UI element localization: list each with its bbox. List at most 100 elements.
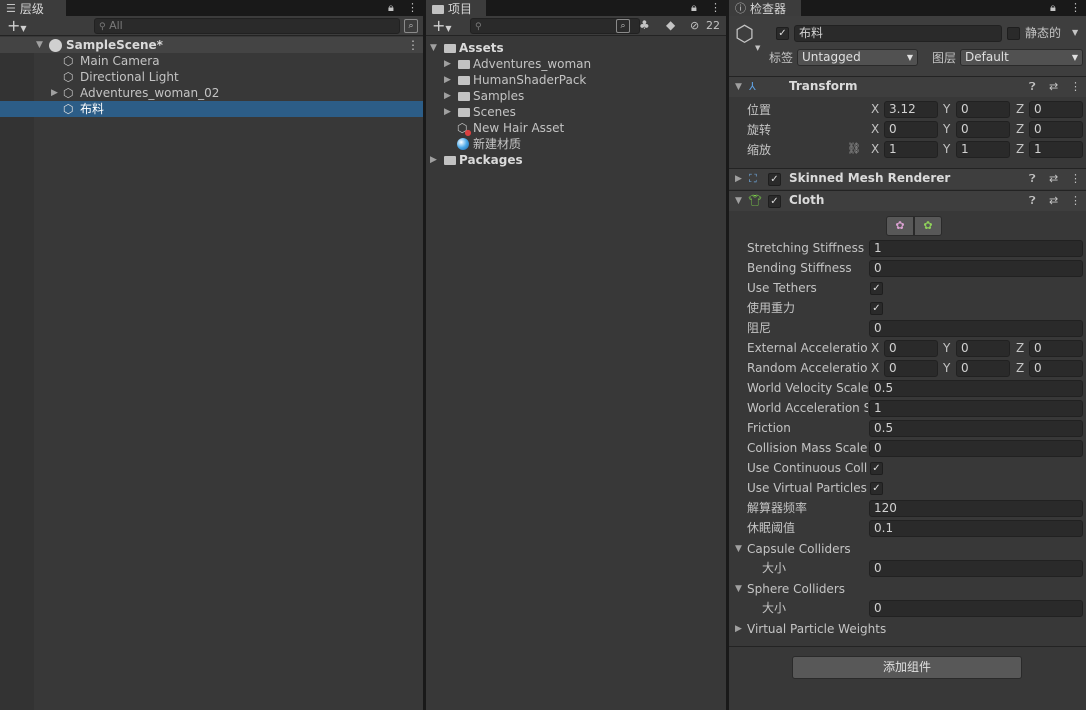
external-accel-y-field[interactable]: 0 [956,340,1010,357]
external-accel-x-field[interactable]: 0 [884,340,938,357]
add-component-button[interactable]: 添加组件 [792,656,1022,679]
cloth-header[interactable]: ▼ 👕︎ ✓ Cloth ❓︎ ⇄ ⋮ [729,190,1086,211]
collapsed-arrow-icon[interactable]: ▶ [444,104,451,120]
damping-field[interactable]: 0 [869,320,1083,337]
preset-icon[interactable]: ⇄ [1049,194,1058,207]
sphere-size-field[interactable]: 0 [869,600,1083,617]
bending-stiffness-field[interactable]: 0 [869,260,1083,277]
create-plus-button[interactable]: +▼ [432,16,452,39]
name-field[interactable]: 布料 [794,25,1002,42]
create-plus-button[interactable]: +▼ [7,16,27,39]
preset-icon[interactable]: ⇄ [1049,80,1058,93]
expand-arrow-icon[interactable]: ▼ [36,37,43,53]
virtual-particle-weights-label[interactable]: Virtual Particle Weights [747,621,886,637]
more-options-icon[interactable]: ⋮ [1070,80,1081,93]
use-virtual-particles-checkbox[interactable]: ✓ [870,482,883,495]
rotation-z-field[interactable]: 0 [1029,121,1083,138]
help-icon[interactable]: ❓︎ [1029,194,1036,208]
constrain-proportions-link-icon[interactable]: ⛓ [847,142,861,155]
search-input[interactable]: ⚲ All [94,18,400,34]
hidden-packages-icon[interactable]: ⊘ [690,19,699,32]
scale-y-field[interactable]: 1 [956,141,1010,158]
asset-row[interactable]: 新建材质 [426,136,726,152]
more-options-icon[interactable]: ⋮ [1070,172,1081,185]
tab-inspector[interactable]: ⓘ 检查器 [729,0,801,16]
scale-z-field[interactable]: 1 [1029,141,1083,158]
tag-dropdown[interactable]: Untagged ▼ [797,49,918,66]
asset-row[interactable]: ⬡● New Hair Asset [426,120,726,137]
expand-arrow-icon[interactable]: ▼ [735,193,742,209]
use-gravity-checkbox[interactable]: ✓ [870,302,883,315]
position-z-field[interactable]: 0 [1029,101,1083,118]
folder-row[interactable]: ▶ Adventures_woman [426,56,726,72]
world-velocity-scale-field[interactable]: 0.5 [869,380,1083,397]
use-continuous-collision-checkbox[interactable]: ✓ [870,462,883,475]
rotation-y-field[interactable]: 0 [956,121,1010,138]
component-enabled-checkbox[interactable]: ✓ [768,173,781,186]
search-by-type-icon[interactable]: ⌕ [404,19,418,33]
self-collision-button[interactable]: ✿ [914,216,942,236]
filter-type-icon[interactable]: ♣ [639,18,650,32]
icon-dropdown-arrow[interactable]: ▼ [755,44,760,52]
position-y-field[interactable]: 0 [956,101,1010,118]
expand-arrow-icon[interactable]: ▼ [735,79,742,95]
folder-row[interactable]: ▶ HumanShaderPack [426,72,726,88]
lock-icon[interactable]: 🔒︎ [388,0,394,16]
edit-constraints-button[interactable]: ✿ [886,216,914,236]
lock-icon[interactable]: 🔒︎ [691,0,697,16]
assets-folder-row[interactable]: ▼ Assets [426,40,726,56]
static-dropdown-icon[interactable]: ▼ [1072,28,1078,37]
scale-x-field[interactable]: 1 [884,141,938,158]
collapsed-arrow-icon[interactable]: ▶ [444,72,451,88]
transform-header[interactable]: ▼ ⅄ Transform ❓︎ ⇄ ⋮ [729,76,1086,97]
skinned-mesh-renderer-header[interactable]: ▶ ⛶ ✓ Skinned Mesh Renderer ❓︎ ⇄ ⋮ [729,168,1086,189]
friction-field[interactable]: 0.5 [869,420,1083,437]
help-icon[interactable]: ❓︎ [1029,172,1036,186]
more-options-icon[interactable]: ⋮ [407,0,418,16]
layer-dropdown[interactable]: Default ▼ [960,49,1083,66]
search-input[interactable]: ⚲ [470,18,640,34]
rotation-x-field[interactable]: 0 [884,121,938,138]
component-enabled-checkbox[interactable]: ✓ [768,195,781,208]
static-checkbox[interactable] [1007,27,1020,40]
hierarchy-item[interactable]: ▶ ⬡ Adventures_woman_02 [0,85,423,101]
expand-arrow-icon[interactable]: ▼ [430,40,437,56]
lock-icon[interactable]: 🔒︎ [1050,0,1056,16]
packages-folder-row[interactable]: ▶ Packages [426,152,726,168]
random-accel-z-field[interactable]: 0 [1029,360,1083,377]
folder-row[interactable]: ▶ Scenes [426,104,726,120]
world-acceleration-scale-field[interactable]: 1 [869,400,1083,417]
expand-arrow-icon[interactable]: ▼ [735,541,742,557]
stretching-stiffness-field[interactable]: 1 [869,240,1083,257]
tab-hierarchy[interactable]: ☰ 层级 [0,0,66,16]
random-accel-x-field[interactable]: 0 [884,360,938,377]
collapsed-arrow-icon[interactable]: ▶ [735,621,742,637]
collapsed-arrow-icon[interactable]: ▶ [430,152,437,168]
scene-more-icon[interactable]: ⋮ [407,37,419,53]
use-tethers-checkbox[interactable]: ✓ [870,282,883,295]
active-checkbox[interactable]: ✓ [776,27,789,40]
sphere-colliders-label[interactable]: Sphere Colliders [747,581,845,597]
position-x-field[interactable]: 3.12 [884,101,938,118]
hierarchy-item[interactable]: ⬡ Directional Light [0,69,423,85]
random-accel-y-field[interactable]: 0 [956,360,1010,377]
expand-arrow-icon[interactable]: ▼ [735,581,742,597]
sleep-threshold-field[interactable]: 0.1 [869,520,1083,537]
filter-label-icon[interactable]: ◆ [666,18,675,32]
preset-icon[interactable]: ⇄ [1049,172,1058,185]
more-options-icon[interactable]: ⋮ [1070,194,1081,207]
gameobject-icon[interactable]: ⬡ [735,23,754,47]
external-accel-z-field[interactable]: 0 [1029,340,1083,357]
collapsed-arrow-icon[interactable]: ▶ [51,85,58,101]
capsule-size-field[interactable]: 0 [869,560,1083,577]
hierarchy-item-selected[interactable]: ⬡ 布料 [0,101,423,117]
help-icon[interactable]: ❓︎ [1029,80,1036,94]
more-options-icon[interactable]: ⋮ [710,0,721,16]
collapsed-arrow-icon[interactable]: ▶ [735,171,742,187]
search-by-type-icon[interactable]: ⌕ [616,19,630,33]
tab-project[interactable]: 项目 [426,0,486,16]
collision-mass-scale-field[interactable]: 0 [869,440,1083,457]
collapsed-arrow-icon[interactable]: ▶ [444,88,451,104]
more-options-icon[interactable]: ⋮ [1070,0,1081,16]
scene-row[interactable]: ▼ SampleScene* ⋮ [0,37,423,53]
